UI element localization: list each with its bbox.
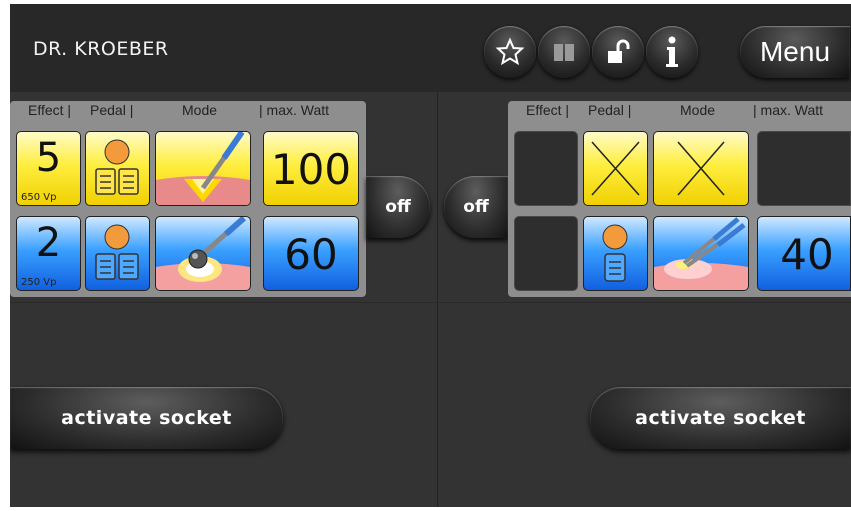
favorite-button[interactable] [484,26,536,78]
effect-header: Effect | [526,102,570,118]
cut-watt-tile-empty [757,131,851,206]
coag-voltage: 250 Vp [21,277,57,288]
coag-effect-tile[interactable]: 2 250 Vp [16,216,81,291]
top-bar: DR. KROEBER Menu [10,4,851,92]
left-activate-socket-button[interactable]: activate socket [10,387,283,449]
dual-pedal-icon [95,224,139,280]
manual-button[interactable] [538,26,590,78]
left-off-button[interactable]: off [366,176,430,238]
coag-pedal-tile[interactable] [583,216,648,291]
cut-mode-tile[interactable] [155,131,251,206]
unlock-icon [608,39,630,63]
info-button[interactable] [646,26,698,78]
coag-watt-value: 40 [780,230,834,279]
effect-header: Effect | [28,102,72,118]
cut-pedal-tile[interactable] [85,131,150,206]
socket-divider [437,92,438,507]
pedal-header: Pedal | [90,102,134,118]
right-off-button[interactable]: off [444,176,508,238]
watt-header: | max. Watt [259,102,330,118]
operator-name: DR. KROEBER [33,38,169,60]
single-pedal-icon [602,224,628,282]
coag-watt-tile[interactable]: 40 [757,216,851,291]
ball-electrode-icon [156,217,250,290]
coag-mode-tile[interactable] [653,216,749,291]
pedal-header: Pedal | [588,102,632,118]
mode-header: Mode [182,102,218,118]
left-socket-panel: Effect | Pedal | Mode | max. Watt 5 650 … [10,101,366,297]
disabled-cross-icon [591,141,640,196]
cut-effect-tile-empty [514,131,578,206]
bipolar-forceps-icon [654,217,748,290]
coag-watt-value: 60 [284,230,338,279]
star-icon [495,37,525,66]
mode-header: Mode [680,102,716,118]
cut-voltage: 650 Vp [21,192,57,203]
watt-header: | max. Watt [753,102,824,118]
cutting-electrode-icon [156,132,250,205]
cut-pedal-tile-disabled[interactable] [583,131,648,206]
cut-effect-tile[interactable]: 5 650 Vp [16,131,81,206]
coag-pedal-tile[interactable] [85,216,150,291]
coag-effect-value: 2 [35,220,62,266]
disabled-cross-icon [677,141,725,196]
cut-effect-value: 5 [35,135,62,181]
cut-watt-tile[interactable]: 100 [263,131,359,206]
section-divider [10,302,851,303]
dual-pedal-icon [95,139,139,195]
coag-effect-tile-empty [514,216,578,291]
generator-screen: DR. KROEBER Menu Effect | Pedal | Mode |… [10,4,851,507]
info-icon [666,36,678,67]
coag-watt-tile[interactable]: 60 [263,216,359,291]
cut-watt-value: 100 [270,145,352,194]
lock-button[interactable] [592,26,644,78]
coag-mode-tile[interactable] [155,216,251,291]
right-activate-socket-button[interactable]: activate socket [590,387,851,449]
menu-button[interactable]: Menu [740,26,850,78]
right-socket-panel: Effect | Pedal | Mode | max. Watt 40 [508,101,851,297]
cut-mode-tile-disabled[interactable] [653,131,749,206]
book-icon [554,44,574,61]
